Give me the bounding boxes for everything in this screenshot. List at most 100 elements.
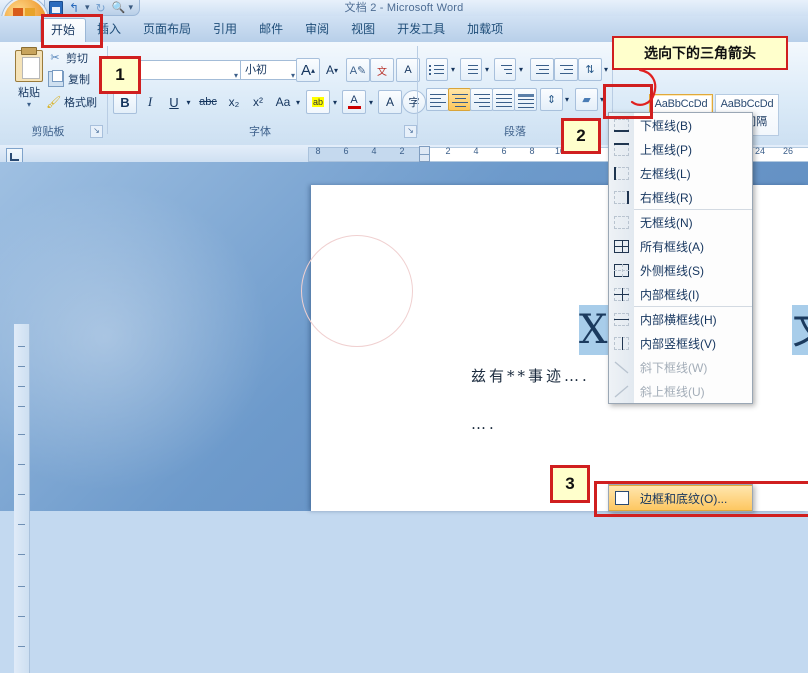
sort-button[interactable]: ⇅ <box>578 58 602 81</box>
bullets-chevron-down-icon[interactable]: ▾ <box>447 58 459 81</box>
numbering-icon <box>463 64 479 76</box>
borders-dropdown-menu[interactable]: 下框线(B) 上框线(P) 左框线(L) 右框线(R) 无框线(N) 所有框线(… <box>608 112 753 404</box>
bullets-button[interactable] <box>426 58 448 81</box>
align-center-button[interactable] <box>448 88 471 111</box>
justify-button[interactable] <box>492 88 515 111</box>
menu-item-border-inside-vertical[interactable]: 内部竖框线(V) <box>609 331 752 355</box>
change-case-label: Aa <box>275 95 291 109</box>
paint-bucket-icon: ▰ <box>582 94 591 106</box>
strikethrough-button[interactable]: abc <box>194 90 222 114</box>
tab-page-layout[interactable]: 页面布局 <box>132 17 202 42</box>
border-top-icon <box>609 137 634 161</box>
numbering-chevron-down-icon[interactable]: ▾ <box>481 58 493 81</box>
increase-indent-icon <box>558 64 574 76</box>
font-color-button[interactable]: A <box>342 90 366 114</box>
italic-label: I <box>147 94 153 109</box>
cut-button[interactable]: ✂ 剪切 <box>48 50 88 66</box>
shrink-font-button[interactable]: A ▾ <box>320 58 344 82</box>
menu-label-border-outside: 外侧框线(S) <box>640 263 704 278</box>
undo-dropdown-icon[interactable]: ▾ <box>85 2 90 13</box>
tab-review[interactable]: 审阅 <box>294 17 340 42</box>
character-border-icon: A <box>404 64 412 76</box>
align-left-icon <box>429 93 446 107</box>
text-highlight-button[interactable]: ab <box>306 90 330 114</box>
menu-item-border-all[interactable]: 所有框线(A) <box>609 234 752 258</box>
tab-addins[interactable]: 加载项 <box>456 17 514 42</box>
menu-item-border-inside[interactable]: 内部框线(I) <box>609 282 752 306</box>
clipboard-dialog-launcher[interactable]: ↘ <box>90 125 103 138</box>
subscript-button[interactable]: x₂ <box>222 90 246 114</box>
diagonal-up-border-icon <box>609 379 634 403</box>
line-spacing-chevron-down-icon[interactable]: ▾ <box>561 88 573 111</box>
font-size-chevron-down-icon[interactable]: ▾ <box>291 67 295 85</box>
decrease-indent-button[interactable] <box>530 58 554 81</box>
menu-item-border-none[interactable]: 无框线(N) <box>609 210 752 234</box>
word-window: 文档 2 - Microsoft Word ↰ ▾ ↻ 🔍 ▾ 开始 插入 页面… <box>0 0 808 673</box>
vertical-ruler[interactable] <box>14 324 30 673</box>
title-bar: 文档 2 - Microsoft Word ↰ ▾ ↻ 🔍 ▾ <box>0 0 808 16</box>
tab-mailings[interactable]: 邮件 <box>248 17 294 42</box>
border-left-icon <box>609 161 634 185</box>
menu-label-border-left: 左框线(L) <box>640 166 691 181</box>
multilevel-chevron-down-icon[interactable]: ▾ <box>515 58 527 81</box>
undo-icon[interactable]: ↰ <box>68 2 80 14</box>
ruler-num-5: 4 <box>473 146 479 156</box>
sort-icon: ⇅ <box>585 64 595 76</box>
menu-label-diagonal-down-border: 斜下框线(W) <box>640 360 708 375</box>
font-size-input[interactable]: 小初 ▾ <box>240 60 298 80</box>
numbering-button[interactable] <box>460 58 482 81</box>
line-spacing-icon: ⇕ <box>546 94 557 106</box>
line-spacing-button[interactable]: ⇕ <box>540 88 563 111</box>
multilevel-list-icon <box>497 64 513 76</box>
style-sample-no-spacing: AaBbCcDd <box>720 98 774 110</box>
shading-button[interactable]: ▰ <box>575 88 598 111</box>
increase-indent-button[interactable] <box>554 58 578 81</box>
hanging-indent-marker[interactable] <box>419 154 430 162</box>
align-right-button[interactable] <box>470 88 493 111</box>
border-outside-icon <box>609 258 634 282</box>
paste-button[interactable]: 粘贴 ▾ <box>8 47 50 114</box>
menu-item-border-top[interactable]: 上框线(P) <box>609 137 752 161</box>
format-painter-button[interactable]: 🖌 格式刷 <box>46 94 97 110</box>
menu-item-border-right[interactable]: 右框线(R) <box>609 185 752 209</box>
phonetic-guide-button[interactable]: 文 <box>370 58 394 82</box>
save-icon[interactable] <box>49 0 63 15</box>
menu-item-border-left[interactable]: 左框线(L) <box>609 161 752 185</box>
document-line-1: 兹有**事迹…. <box>471 367 590 385</box>
menu-label-border-inside: 内部框线(I) <box>640 287 700 302</box>
print-preview-icon[interactable]: 🔍 <box>112 2 126 14</box>
menu-item-border-inside-horizontal[interactable]: 内部横框线(H) <box>609 307 752 331</box>
distribute-button[interactable] <box>514 88 537 111</box>
paste-dropdown-icon[interactable]: ▾ <box>8 100 50 109</box>
tab-view[interactable]: 视图 <box>340 17 386 42</box>
copy-button[interactable]: 复制 <box>48 70 90 87</box>
multilevel-list-button[interactable] <box>494 58 516 81</box>
align-left-button[interactable] <box>426 88 449 111</box>
font-color-chevron-down-icon[interactable]: ▾ <box>365 90 377 114</box>
menu-item-diagonal-down-border: 斜下框线(W) <box>609 355 752 379</box>
highlight-chevron-down-icon[interactable]: ▾ <box>329 90 341 114</box>
italic-button[interactable]: I <box>138 90 162 114</box>
font-dialog-launcher[interactable]: ↘ <box>404 125 417 138</box>
document-line-2: …. <box>471 415 497 433</box>
phonetic-guide-icon: 文 <box>377 66 387 78</box>
ruler-num-10: 24 <box>754 146 765 156</box>
font-size-value: 小初 <box>245 64 267 76</box>
grow-font-button[interactable]: A ▴ <box>296 58 320 82</box>
underline-label: U <box>169 94 179 110</box>
scissors-icon: ✂ <box>50 52 60 64</box>
sort-chevron-down-icon[interactable]: ▾ <box>600 58 612 81</box>
tab-references[interactable]: 引用 <box>202 17 248 42</box>
customize-qat-icon[interactable]: ▾ <box>129 2 134 13</box>
redo-icon[interactable]: ↻ <box>95 2 107 14</box>
clear-formatting-button[interactable]: A✎ <box>346 58 370 82</box>
character-shading-button[interactable]: A <box>378 90 402 114</box>
font-name-chevron-down-icon[interactable]: ▾ <box>234 67 238 85</box>
paste-icon <box>15 47 43 82</box>
superscript-button[interactable]: x² <box>246 90 270 114</box>
align-right-icon <box>473 93 490 107</box>
change-case-chevron-down-icon[interactable]: ▾ <box>292 90 304 114</box>
tab-developer[interactable]: 开发工具 <box>386 17 456 42</box>
justify-icon <box>495 93 512 107</box>
menu-item-border-outside[interactable]: 外侧框线(S) <box>609 258 752 282</box>
